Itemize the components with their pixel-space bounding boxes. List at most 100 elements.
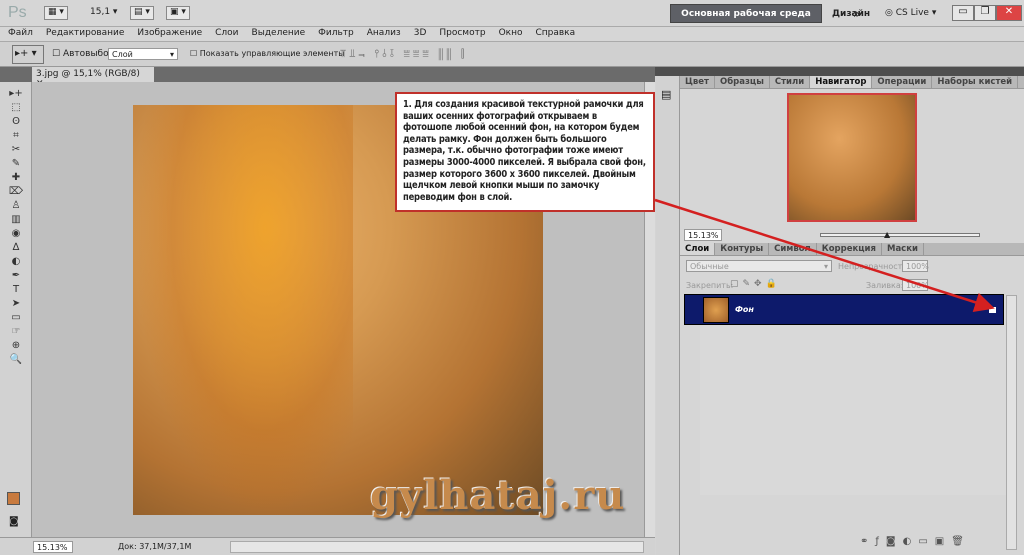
layer-row[interactable]: Фон <box>684 294 1004 325</box>
tab-layers[interactable]: Слои <box>680 243 716 255</box>
opacity-label: Непрозрачность: <box>838 262 910 271</box>
autoselect-dropdown[interactable]: Слой ▾ <box>108 48 178 60</box>
show-controls-checkbox[interactable]: ☐ Показать управляющие элементы <box>190 49 345 58</box>
lasso-tool[interactable]: ʘ <box>7 115 25 128</box>
autumn-tree-overlay <box>133 105 353 515</box>
show-controls-label: Показать управляющие элементы <box>199 49 345 58</box>
menu-3d[interactable]: 3D <box>406 27 432 41</box>
menu-bar: Файл Редактирование Изображение Слои Выд… <box>0 27 1024 41</box>
tab-paths[interactable]: Контуры <box>715 243 770 255</box>
gradient-tool[interactable]: ∆ <box>7 241 25 254</box>
close-button[interactable]: ✕ <box>996 5 1022 21</box>
lock-label: Закрепить: <box>686 281 734 290</box>
cs-live-button[interactable]: ◎ CS Live ▾ <box>885 8 936 18</box>
history-icon[interactable]: ▤ <box>661 88 674 101</box>
slider-thumb[interactable]: ▲ <box>884 230 890 239</box>
layers-bottom-icons[interactable]: ⚭ƒ◙◐▭▣🗑 <box>860 536 971 547</box>
rotate-3d-tool[interactable]: ⊕ <box>7 339 25 352</box>
stamp-tool[interactable]: ♙ <box>7 199 25 212</box>
zoom-dropdown[interactable]: 15,1 ▾ <box>90 7 117 17</box>
tab-swatches[interactable]: Образцы <box>715 76 770 88</box>
autoselect-value: Слой <box>112 50 133 59</box>
more-workspaces-button[interactable]: » <box>853 7 860 21</box>
menu-analysis[interactable]: Анализ <box>359 27 406 41</box>
tab-masks[interactable]: Маски <box>882 243 924 255</box>
menu-layer[interactable]: Слои <box>207 27 243 41</box>
menu-select[interactable]: Выделение <box>244 27 311 41</box>
fill-field[interactable]: 100% <box>902 279 929 291</box>
menu-view[interactable]: Просмотр <box>431 27 490 41</box>
tab-color[interactable]: Цвет <box>680 76 715 88</box>
cs-live-label: CS Live ▾ <box>895 8 937 18</box>
workspace-design-button[interactable]: Дизайн <box>832 9 870 19</box>
pen-tool[interactable]: ✒ <box>7 269 25 282</box>
blend-mode-value: Обычные <box>690 262 729 271</box>
menu-help[interactable]: Справка <box>527 27 580 41</box>
layers-scrollbar[interactable] <box>1006 295 1017 550</box>
horizontal-scrollbar[interactable] <box>230 541 644 553</box>
cs-live-icon: ◎ <box>885 8 893 18</box>
crop-tool[interactable]: ✂ <box>7 143 25 156</box>
align-buttons[interactable]: ⫪⫫⫬ ⫯⫰⫱ ⩸⩸⩸ ⫼⫼ ⫿ <box>340 47 467 61</box>
brush-tool[interactable]: ⌦ <box>7 185 25 198</box>
watermark: gylhataj.ru <box>370 472 626 519</box>
shape-tool[interactable]: ▭ <box>7 311 25 324</box>
restore-button[interactable]: ❐ <box>974 5 996 21</box>
navigator-zoom-field[interactable]: 15.13% <box>684 229 722 241</box>
menu-file[interactable]: Файл <box>0 27 38 41</box>
tab-adjustments[interactable]: Коррекция <box>817 243 882 255</box>
foreground-color-swatch[interactable] <box>7 492 20 505</box>
collapsed-panel-column: ▤ <box>656 76 680 555</box>
bridge-button[interactable]: ▦ ▾ <box>44 6 68 20</box>
eraser-tool[interactable]: ◉ <box>7 227 25 240</box>
zoom-value: 15,1 <box>90 7 111 17</box>
blend-mode-dropdown[interactable]: Обычные ▾ <box>686 260 832 272</box>
navigator-zoom-row: 15.13% ▲ <box>684 229 1014 241</box>
lock-icon[interactable] <box>989 307 996 313</box>
lock-icons[interactable]: ▢✎✥🔒 <box>730 279 781 289</box>
ps-logo: Ps <box>8 4 27 21</box>
layer-name[interactable]: Фон <box>735 305 754 314</box>
menu-image[interactable]: Изображение <box>129 27 207 41</box>
quick-select-tool[interactable]: ⌗ <box>7 129 25 142</box>
instruction-callout: 1. Для создания красивой текстурной рамо… <box>395 92 655 212</box>
arrange-button[interactable]: ▤ ▾ <box>130 6 154 20</box>
tools-panel: ▸+ ⬚ ʘ ⌗ ✂ ✎ ✚ ⌦ ♙ ▥ ◉ ∆ ◐ ✒ T ➤ ▭ ☞ ⊕ 🔍… <box>0 82 32 537</box>
fill-label: Заливка: <box>866 281 904 290</box>
tab-character[interactable]: Символ <box>769 243 817 255</box>
healing-tool[interactable]: ✚ <box>7 171 25 184</box>
menu-edit[interactable]: Редактирование <box>38 27 130 41</box>
type-tool[interactable]: T <box>7 283 25 296</box>
minimize-button[interactable]: ▭ <box>952 5 974 21</box>
menu-window[interactable]: Окно <box>491 27 528 41</box>
layer-thumbnail <box>703 297 729 323</box>
hand-tool[interactable]: ☞ <box>7 325 25 338</box>
document-tab[interactable]: 3.jpg @ 15,1% (RGB/8) ✕ <box>32 67 154 89</box>
tab-actions[interactable]: Операции <box>872 76 933 88</box>
tab-brush-presets[interactable]: Наборы кистей <box>932 76 1019 88</box>
screen-mode-button[interactable]: ▣ ▾ <box>166 6 190 20</box>
dock-header <box>655 67 1024 76</box>
layers-list <box>700 295 1006 495</box>
tab-styles[interactable]: Стили <box>770 76 811 88</box>
document-tab-label: 3.jpg @ 15,1% (RGB/8) <box>36 69 140 79</box>
opacity-field[interactable]: 100% <box>902 260 929 272</box>
dodge-tool[interactable]: ◐ <box>7 255 25 268</box>
tab-navigator[interactable]: Навигатор <box>810 76 873 88</box>
move-tool-preset[interactable]: ▸+ ▾ <box>12 45 44 64</box>
navigator-zoom-slider[interactable] <box>820 233 980 237</box>
menu-filter[interactable]: Фильтр <box>310 27 359 41</box>
status-zoom-field[interactable]: 15.13% <box>33 541 73 553</box>
zoom-tool[interactable]: 🔍 <box>7 353 25 366</box>
navigator-preview[interactable] <box>787 93 917 222</box>
navigator-tabs: Цвет Образцы Стили Навигатор Операции На… <box>680 76 1024 89</box>
eyedropper-tool[interactable]: ✎ <box>7 157 25 170</box>
doc-info[interactable]: Док: 37,1M/37,1M <box>118 542 191 551</box>
workspace-essentials-button[interactable]: Основная рабочая среда <box>670 4 822 23</box>
history-brush-tool[interactable]: ▥ <box>7 213 25 226</box>
app-bar: Ps ▦ ▾ 15,1 ▾ ▤ ▾ ▣ ▾ Основная рабочая с… <box>0 0 1024 27</box>
path-select-tool[interactable]: ➤ <box>7 297 25 310</box>
marquee-tool[interactable]: ⬚ <box>7 101 25 114</box>
move-tool[interactable]: ▸+ <box>7 87 25 100</box>
quick-mask-icon[interactable]: ◙ <box>9 516 19 527</box>
